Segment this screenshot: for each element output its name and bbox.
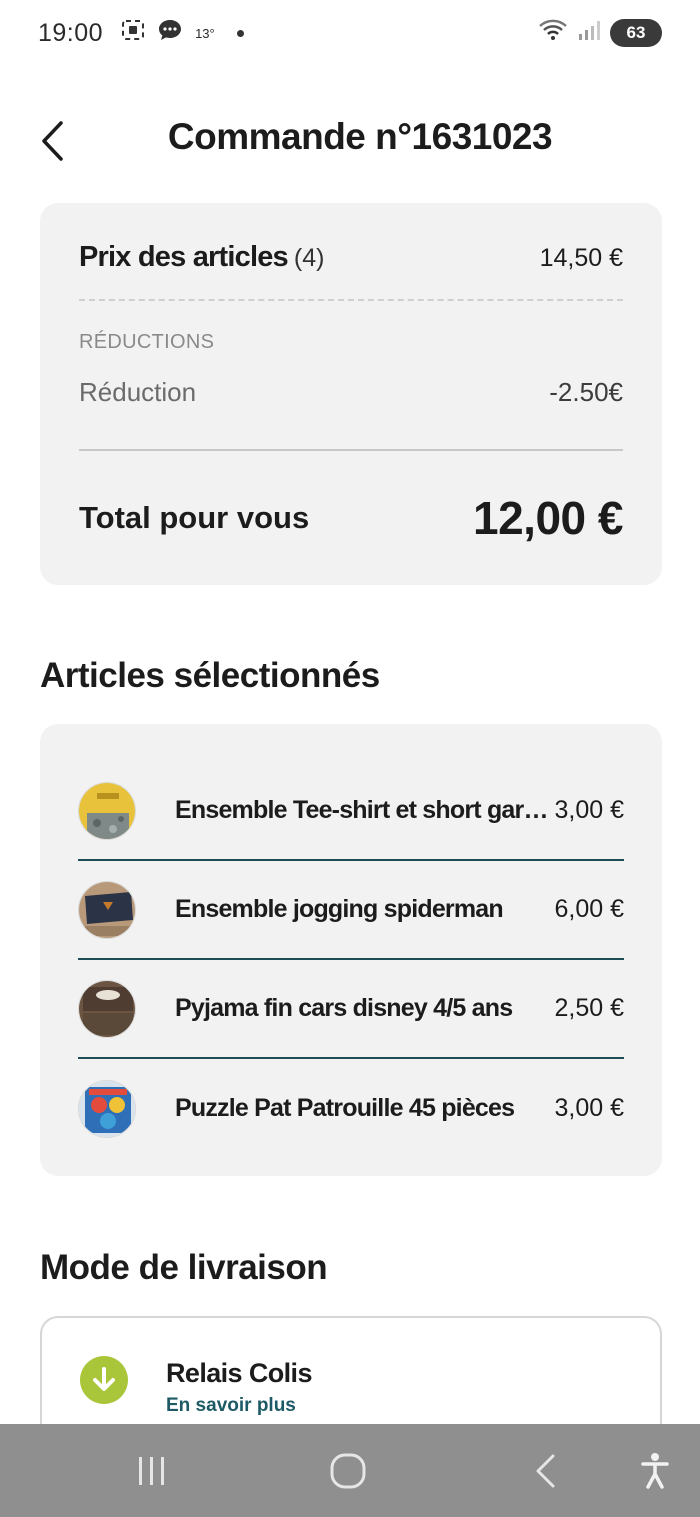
battery-icon: 63: [610, 19, 662, 47]
items-price-row: Prix des articles (4) 14,50 €: [79, 241, 623, 274]
page-title: Commande n°1631023: [167, 116, 553, 157]
signal-icon: [578, 19, 600, 48]
system-nav-bar: [0, 1424, 700, 1517]
recent-apps-icon: [139, 1457, 164, 1485]
article-price: 2,50 €: [554, 994, 624, 1022]
status-right: 63: [538, 18, 662, 49]
article-name: Pyjama fin cars disney 4/5 ans: [175, 994, 513, 1022]
page-header: Commande n°1631023: [0, 96, 700, 186]
total-row: Total pour vous 12,00 €: [79, 491, 623, 545]
notification-dot: [236, 29, 244, 37]
articles-section-title: Articles sélectionnés: [40, 656, 380, 695]
delivery-section-title: Mode de livraison: [40, 1248, 328, 1287]
learn-more-link[interactable]: En savoir plus: [166, 1395, 296, 1417]
accessibility-button[interactable]: [638, 1452, 672, 1490]
divider: [79, 449, 623, 451]
status-bar: 19:00 13° 63: [0, 0, 700, 66]
article-row[interactable]: Ensemble Tee-shirt et short garçon 3,00 …: [78, 762, 624, 861]
article-thumbnail: [78, 880, 136, 939]
article-row[interactable]: Ensemble jogging spiderman 6,00 €: [78, 861, 624, 960]
recent-apps-button[interactable]: [134, 1452, 170, 1490]
order-screen: 19:00 13° 63 Commande n°1631023 Prix des…: [0, 0, 700, 1517]
home-icon: [330, 1453, 366, 1489]
items-price-label: Prix des articles: [79, 241, 289, 273]
items-count: (4): [293, 244, 325, 272]
status-time: 19:00: [38, 18, 104, 47]
article-name: Puzzle Pat Patrouille 45 pièces: [175, 1094, 515, 1122]
home-button[interactable]: [328, 1452, 368, 1490]
article-row[interactable]: Pyjama fin cars disney 4/5 ans 2,50 €: [78, 960, 624, 1059]
article-name: Ensemble jogging spiderman: [175, 895, 504, 923]
article-thumbnail: [78, 781, 136, 840]
reduction-row: Réduction -2.50€: [79, 377, 623, 408]
article-thumbnail: [78, 1079, 136, 1138]
article-price: 3,00 €: [554, 796, 624, 824]
article-thumbnail: [78, 979, 136, 1038]
items-price-label-group: Prix des articles (4): [79, 241, 324, 274]
dashed-divider: [79, 299, 623, 301]
total-value: 12,00 €: [473, 492, 623, 544]
reductions-heading: RÉDUCTIONS: [79, 331, 215, 353]
price-summary-card: Prix des articles (4) 14,50 € RÉDUCTIONS …: [40, 203, 662, 585]
wifi-icon: [538, 18, 568, 49]
accessibility-icon: [641, 1453, 669, 1489]
article-name: Ensemble Tee-shirt et short garçon: [175, 796, 549, 824]
chat-bubble-icon: [157, 18, 183, 49]
status-temperature: 13°: [195, 25, 215, 41]
articles-card: Ensemble Tee-shirt et short garçon 3,00 …: [40, 724, 662, 1176]
reduction-value: -2.50€: [549, 377, 623, 407]
system-back-button[interactable]: [530, 1452, 560, 1490]
delivery-option-name: Relais Colis: [166, 1358, 312, 1388]
back-icon: [536, 1454, 555, 1488]
article-price: 6,00 €: [554, 895, 624, 923]
article-price: 3,00 €: [554, 1094, 624, 1122]
reduction-label: Réduction: [79, 377, 197, 407]
items-price-value: 14,50 €: [539, 244, 623, 272]
status-left: 19:00 13°: [38, 18, 244, 49]
total-label: Total pour vous: [79, 500, 310, 535]
article-row[interactable]: Puzzle Pat Patrouille 45 pièces 3,00 €: [78, 1059, 624, 1158]
screenshot-icon: [121, 19, 145, 48]
arrow-down-circle-icon: [80, 1356, 128, 1404]
